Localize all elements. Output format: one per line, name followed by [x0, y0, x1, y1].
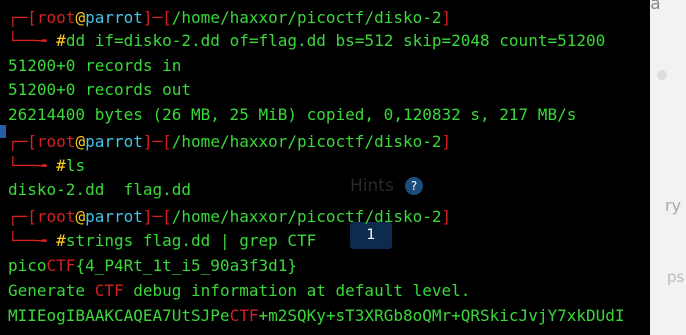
- status-dot: [657, 70, 667, 80]
- prompt-hash: #: [56, 231, 66, 250]
- left-edge-marker: [0, 125, 6, 138]
- grep-text: +m2SQKy+sT3XRGb8oQMr+QRSkicJvjY7xkDUdI: [258, 306, 625, 325]
- prompt-hash: #: [56, 31, 66, 50]
- prompt-corner-top: ┌─[: [8, 132, 37, 151]
- command-text: strings flag.dd | grep CTF: [65, 231, 317, 250]
- prompt-user: root: [36, 207, 76, 226]
- prompt-cwd: /home/haxxor/picoctf/disko-2: [171, 207, 442, 226]
- prompt-line-1: ┌─[root@parrot]─[/home/haxxor/picoctf/di…: [8, 7, 451, 29]
- prompt-at: @: [75, 207, 86, 226]
- side-text-ps: ps: [667, 268, 685, 286]
- prompt-cwd: /home/haxxor/picoctf/disko-2: [171, 132, 442, 151]
- output-line: 51200+0 records out: [8, 80, 192, 99]
- terminal-window[interactable]: Hints ? 1 ┌─[root@parrot]─[/home/haxxor/…: [0, 0, 650, 335]
- grep-text: pico: [8, 256, 47, 275]
- hints-label: Hints: [350, 176, 394, 196]
- prompt-sep: ]─[: [142, 207, 172, 226]
- command-text: dd if=disko-2.dd of=flag.dd bs=512 skip=…: [65, 31, 606, 50]
- grep-result: Generate CTF debug information at defaul…: [8, 280, 470, 302]
- grep-text: Generate: [8, 281, 95, 300]
- prompt-end: ]: [441, 132, 452, 151]
- prompt-end: ]: [441, 207, 452, 226]
- grep-text: debug information at default level.: [123, 281, 471, 300]
- prompt-corner-top: ┌─[: [8, 8, 37, 27]
- command-line-1: └──╼ #dd if=disko-2.dd of=flag.dd bs=512…: [8, 30, 605, 52]
- prompt-corner-bottom: └──╼: [8, 31, 57, 50]
- hints-help-icon[interactable]: ?: [405, 177, 423, 195]
- grep-match: CTF: [46, 256, 76, 275]
- prompt-host: parrot: [85, 8, 143, 27]
- prompt-user: root: [36, 8, 76, 27]
- prompt-line-2: ┌─[root@parrot]─[/home/haxxor/picoctf/di…: [8, 131, 451, 153]
- prompt-corner-bottom: └──╼: [8, 156, 57, 175]
- command-line-2: └──╼ #ls: [8, 155, 85, 177]
- output-line: 26214400 bytes (26 MB, 25 MiB) copied, 0…: [8, 105, 577, 124]
- command-line-3: └──╼ #strings flag.dd | grep CTF: [8, 230, 316, 252]
- grep-result-flag: picoCTF{4_P4Rt_1t_i5_90a3f3d1}: [8, 255, 297, 277]
- prompt-user: root: [36, 132, 76, 151]
- grep-match: CTF: [94, 281, 124, 300]
- grep-text: {4_P4Rt_1t_i5_90a3f3d1}: [75, 256, 297, 275]
- grep-result: MIIEogIBAAKCAQEA7UtSJPeCTF+m2SQKy+sT3XRG…: [8, 305, 625, 327]
- prompt-host: parrot: [85, 132, 143, 151]
- prompt-corner-top: ┌─[: [8, 207, 37, 226]
- prompt-sep: ]─[: [142, 132, 172, 151]
- prompt-sep: ]─[: [142, 8, 172, 27]
- prompt-end: ]: [441, 8, 452, 27]
- prompt-line-3: ┌─[root@parrot]─[/home/haxxor/picoctf/di…: [8, 206, 451, 228]
- output-line: 51200+0 records in: [8, 56, 182, 75]
- prompt-corner-bottom: └──╼: [8, 231, 57, 250]
- command-text: ls: [65, 156, 86, 175]
- grep-text: MIIEogIBAAKCAQEA7UtSJPe: [8, 306, 230, 325]
- side-text-ry: ry: [665, 196, 682, 215]
- prompt-at: @: [75, 132, 86, 151]
- prompt-at: @: [75, 8, 86, 27]
- output-line: disko-2.dd flag.dd: [8, 180, 192, 199]
- grep-match: CTF: [229, 306, 259, 325]
- prompt-cwd: /home/haxxor/picoctf/disko-2: [171, 8, 442, 27]
- prompt-host: parrot: [85, 207, 143, 226]
- prompt-hash: #: [56, 156, 66, 175]
